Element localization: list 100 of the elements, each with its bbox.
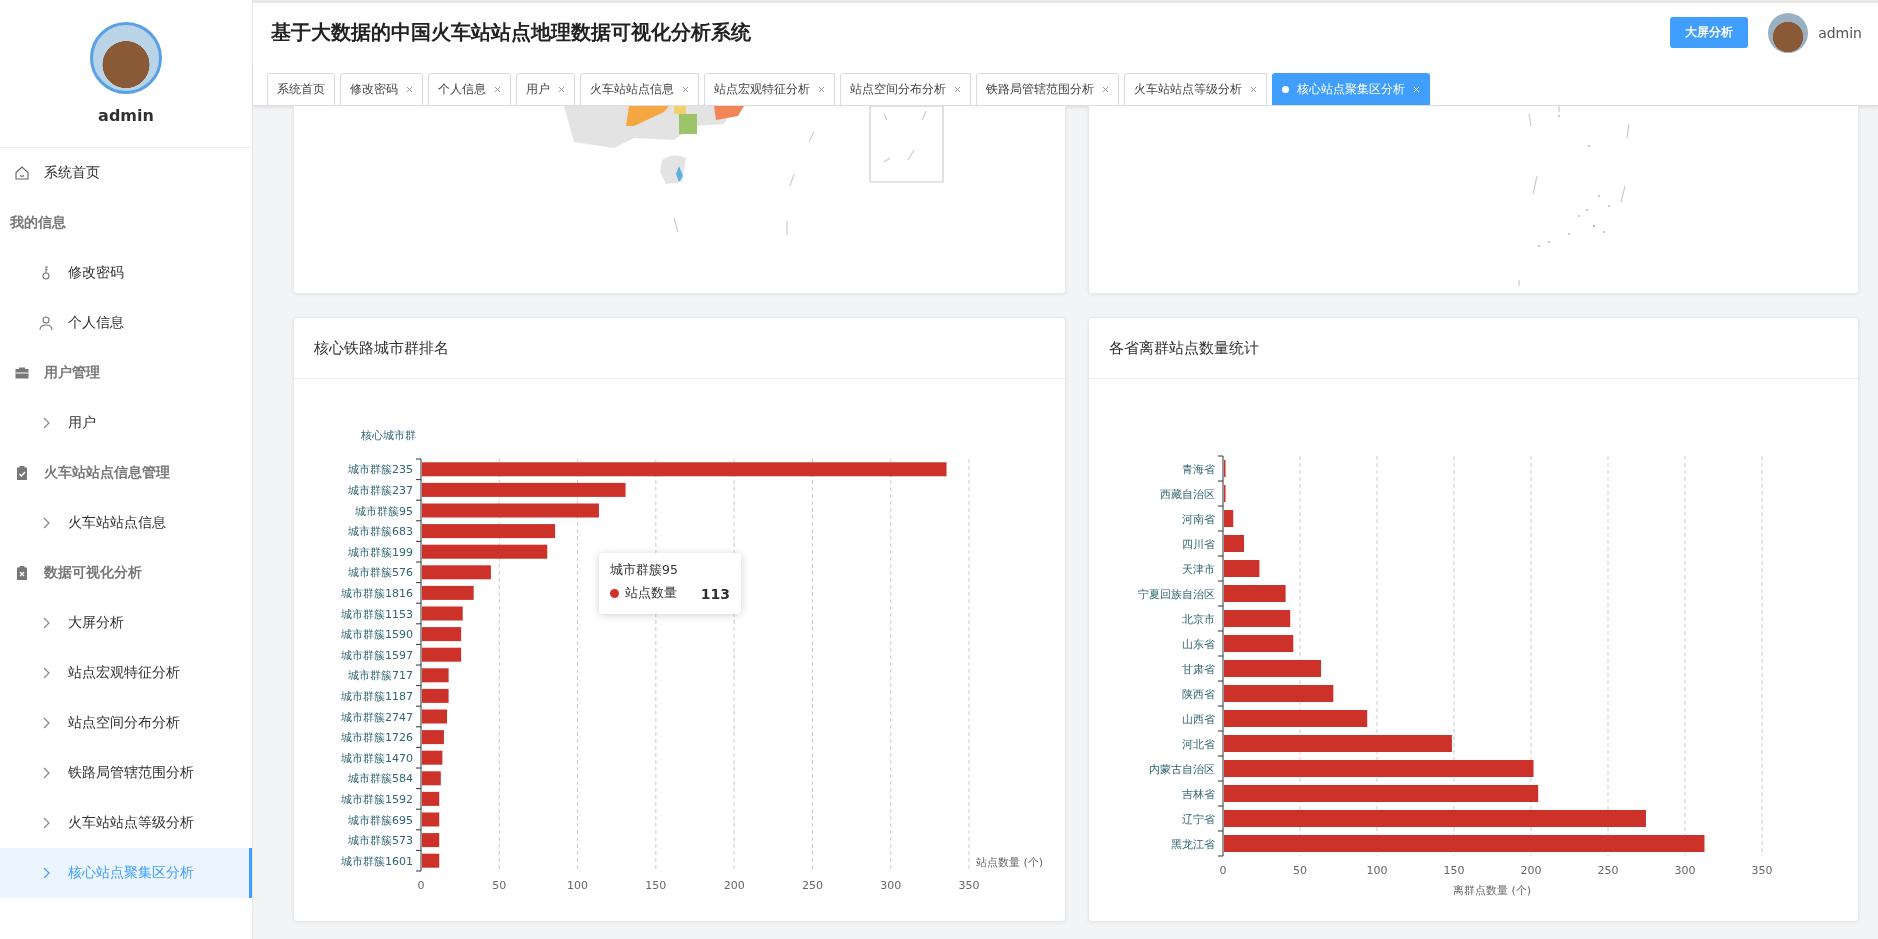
category-label: 四川省: [1182, 537, 1215, 551]
tooltip-value: 113: [700, 585, 730, 602]
tooltip-label: 站点数量: [625, 585, 677, 602]
tick-label: 300: [880, 879, 902, 892]
category-label: 城市群簇95: [355, 504, 413, 518]
menu-item[interactable]: 系统首页: [0, 148, 252, 198]
category-label: 青海省: [1182, 462, 1215, 476]
menu-item[interactable]: 修改密码: [0, 248, 252, 298]
category-label: 内蒙古自治区: [1149, 762, 1215, 776]
category-label: 陕西省: [1182, 687, 1215, 701]
category-label: 城市群簇683: [348, 525, 413, 539]
category-label: 天津市: [1182, 562, 1215, 576]
tick-label: 250: [801, 879, 823, 892]
tab[interactable]: 个人信息: [428, 73, 511, 105]
close-icon[interactable]: [406, 86, 413, 93]
category-label: 甘肃省: [1182, 662, 1215, 676]
axis-title: 站点数量 (个): [976, 856, 1044, 869]
category-label: 城市群簇1597: [341, 648, 413, 662]
tick-label: 50: [492, 879, 507, 892]
dot-icon: [1282, 86, 1289, 93]
menu-item[interactable]: 个人信息: [0, 298, 252, 348]
menu-group-title: 用户管理: [44, 364, 100, 382]
category-label: 城市群簇717: [348, 669, 413, 683]
menu-group-title: 数据可视化分析: [44, 564, 142, 582]
category-label: 城市群簇237: [348, 483, 413, 497]
category-label: 河南省: [1182, 512, 1215, 526]
menu-group-title: 我的信息: [10, 214, 66, 232]
menu-group-title: 火车站站点信息管理: [44, 464, 170, 482]
category-label: 城市群簇1726: [341, 731, 413, 745]
page-title: 基于大数据的中国火车站站点地理数据可视化分析系统: [271, 19, 751, 46]
category-label: 宁夏回族自治区: [1138, 587, 1215, 601]
tick-label: 100: [567, 879, 589, 892]
menu-item[interactable]: 火车站站点等级分析: [0, 798, 252, 848]
category-label: 黑龙江省: [1171, 837, 1215, 851]
close-icon[interactable]: [1250, 86, 1257, 93]
tab[interactable]: 站点宏观特征分析: [704, 73, 835, 105]
close-icon[interactable]: [1102, 86, 1109, 93]
menu-item[interactable]: 用户: [0, 398, 252, 448]
category-label: 城市群簇1470: [341, 751, 413, 765]
tick-label: 150: [645, 879, 667, 892]
user-icon: [38, 315, 54, 331]
menu-item[interactable]: 站点空间分布分析: [0, 698, 252, 748]
category-label: 北京市: [1182, 612, 1215, 626]
tab[interactable]: 火车站站点等级分析: [1124, 73, 1267, 105]
tick-label: 250: [1597, 864, 1619, 877]
category-label: 城市群簇235: [348, 463, 413, 477]
menu-item[interactable]: 铁路局管辖范围分析: [0, 748, 252, 798]
category-label: 辽宁省: [1182, 812, 1215, 826]
close-icon[interactable]: [494, 86, 501, 93]
menu-item[interactable]: 站点宏观特征分析: [0, 648, 252, 698]
category-label: 山东省: [1182, 637, 1215, 651]
tab[interactable]: 火车站站点信息: [580, 73, 699, 105]
category-label: 城市群簇576: [348, 566, 413, 580]
category-label: 城市群簇199: [348, 545, 413, 559]
tab[interactable]: 修改密码: [340, 73, 423, 105]
tab[interactable]: 系统首页: [267, 73, 335, 105]
tick-label: 50: [1293, 864, 1307, 877]
category-label: 城市群簇584: [348, 772, 413, 786]
tab[interactable]: 铁路局管辖范围分析: [976, 73, 1119, 105]
username[interactable]: admin: [1818, 24, 1862, 41]
category-label: 山西省: [1182, 712, 1215, 726]
home-icon: [14, 165, 30, 181]
category-label: 城市群簇1601: [341, 854, 413, 868]
tick-label: 150: [1443, 864, 1465, 877]
tooltip-title: 城市群簇95: [610, 562, 679, 579]
tick-label: 350: [958, 879, 980, 892]
axis-title: 核心城市群: [360, 429, 416, 442]
category-label: 吉林省: [1182, 787, 1215, 801]
card-title: 各省离群站点数量统计: [1109, 338, 1259, 358]
username: admin: [98, 106, 154, 125]
close-icon[interactable]: [954, 86, 961, 93]
clipboard-check-icon: [14, 465, 30, 481]
menu-item[interactable]: 大屏分析: [0, 598, 252, 648]
tick-label: 200: [1520, 864, 1542, 877]
legend-dot: [610, 589, 619, 598]
clipboard-x-icon: [14, 565, 30, 581]
tick-label: 100: [1366, 864, 1388, 877]
avatar[interactable]: [1768, 12, 1809, 53]
category-label: 城市群簇1153: [341, 607, 413, 621]
category-label: 河北省: [1182, 737, 1215, 751]
category-label: 城市群簇573: [348, 834, 413, 848]
tick-label: 200: [723, 879, 745, 892]
tab[interactable]: 站点空间分布分析: [840, 73, 971, 105]
category-label: 西藏自治区: [1160, 487, 1215, 501]
tick-label: 300: [1674, 864, 1696, 877]
tick-label: 0: [417, 879, 425, 892]
tab[interactable]: 用户: [516, 73, 575, 105]
category-label: 城市群簇1592: [341, 792, 413, 806]
menu-item[interactable]: 火车站站点信息: [0, 498, 252, 548]
close-icon[interactable]: [558, 86, 565, 93]
category-label: 城市群簇1187: [341, 689, 413, 703]
category-label: 城市群簇1590: [341, 628, 413, 642]
tick-label: 0: [1219, 864, 1227, 877]
tick-label: 350: [1751, 864, 1773, 877]
close-icon[interactable]: [682, 86, 689, 93]
briefcase-icon: [14, 365, 30, 381]
close-icon[interactable]: [818, 86, 825, 93]
axis-title: 离群点数量 (个): [1452, 884, 1532, 897]
category-label: 城市群簇1816: [341, 586, 413, 600]
category-label: 城市群簇2747: [341, 710, 413, 724]
